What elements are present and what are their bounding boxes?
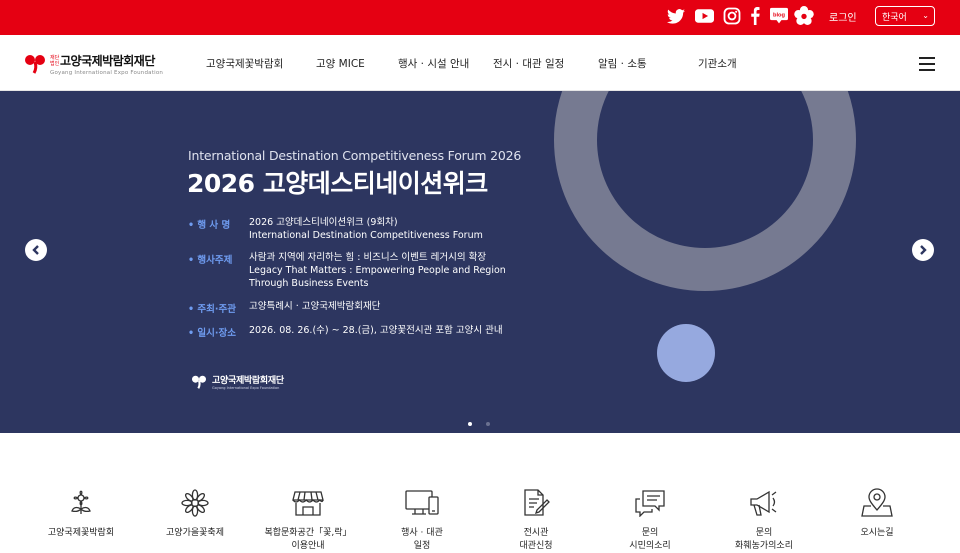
info-value-host: 고양특례시 · 고양국제박람회재단 xyxy=(249,300,380,313)
instagram-icon[interactable] xyxy=(722,5,742,27)
logo-name: 고양국제박람회재단 xyxy=(60,54,155,68)
facebook-icon[interactable] xyxy=(748,5,762,27)
slide-pager-dot-2[interactable] xyxy=(486,422,490,426)
hero-logo-name: 고양국제박람회재단 xyxy=(212,376,284,386)
quick-item-label: 전시관 대관신청 xyxy=(476,527,596,553)
quick-item-venue-rental[interactable]: 전시관 대관신청 xyxy=(476,488,596,553)
megaphone-icon xyxy=(747,488,781,518)
chevron-right-icon xyxy=(920,245,927,255)
hero-banner: International Destination Competitivenes… xyxy=(0,91,960,433)
info-value-event-name: 2026 고양데스티네이션위크 (9회차) International Dest… xyxy=(249,216,483,242)
youtube-icon[interactable] xyxy=(694,5,714,27)
quick-item-event-schedule[interactable]: 행사 · 대관 일정 xyxy=(362,488,482,553)
quick-item-line: 이용안내 xyxy=(291,541,325,551)
quick-item-label: 문의 화훼농가의소리 xyxy=(704,527,824,553)
next-slide-button[interactable] xyxy=(912,239,934,261)
hero-subtitle: International Destination Competitivenes… xyxy=(188,148,522,163)
chevron-down-icon: ⌄ xyxy=(922,11,929,20)
logo-text: 재단법인 고양국제박람회재단 Goyang International Expo… xyxy=(50,52,163,76)
quick-item-label: 오시는길 xyxy=(860,528,894,538)
quick-item-line: 화훼농가의소리 xyxy=(735,541,793,551)
info-label-host: • 주최·주관 xyxy=(188,304,236,315)
info-line: Through Business Events xyxy=(249,278,369,289)
nav-item-facilities[interactable]: 행사 · 시설 안내 xyxy=(398,56,469,71)
nav-item-schedule[interactable]: 전시 · 대관 일정 xyxy=(493,56,564,71)
quick-menu: 고양국제꽃박람회 고양가을꽃축제 복합문화공간「꽃,락」 이용안내 행사 · 대… xyxy=(0,433,960,552)
hero-title: 2026 고양데스티네이션위크 xyxy=(187,169,488,198)
info-value-theme: 사람과 지역에 자리하는 힘 : 비즈니스 이벤트 레거시의 확장 Legacy… xyxy=(249,251,506,290)
hero-foundation-logo: 고양국제박람회재단 Goyang International Expo Foun… xyxy=(190,373,284,390)
top-utility-bar: blog 로그인 한국어 ⌄ xyxy=(0,0,960,35)
quick-item-line: 일정 xyxy=(413,541,431,551)
info-line: Legacy That Matters : Empowering People … xyxy=(249,265,506,276)
blog-icon[interactable]: blog xyxy=(768,5,790,27)
language-select[interactable]: 한국어 ⌄ xyxy=(875,6,935,26)
site-logo[interactable]: 재단법인 고양국제박람회재단 Goyang International Expo… xyxy=(23,52,163,76)
info-line: 사람과 지역에 자리하는 힘 : 비즈니스 이벤트 레거시의 확장 xyxy=(249,252,487,263)
quick-item-line: 문의 xyxy=(755,528,773,538)
quick-item-autumn-festival[interactable]: 고양가을꽃축제 xyxy=(135,488,255,540)
location-pin-icon xyxy=(860,488,894,518)
language-selected-value: 한국어 xyxy=(882,12,907,23)
info-value-date-place: 2026. 08. 26.(수) ~ 28.(금), 고양꽃전시관 포함 고양시… xyxy=(249,324,503,337)
hero-logo-subtitle: Goyang International Expo Foundation xyxy=(212,386,280,390)
info-line: 고양특례시 · 고양국제박람회재단 xyxy=(249,301,381,312)
nav-item-about[interactable]: 기관소개 xyxy=(698,56,737,71)
quick-item-flower-expo[interactable]: 고양국제꽃박람회 xyxy=(21,488,141,540)
logo-subtitle: Goyang International Expo Foundation xyxy=(50,70,164,76)
blog-icon-label: blog xyxy=(773,12,786,18)
decorative-circle xyxy=(657,324,715,382)
login-link[interactable]: 로그인 xyxy=(829,9,857,24)
quick-item-farmer-voice[interactable]: 문의 화훼농가의소리 xyxy=(704,488,824,553)
decorative-ring xyxy=(554,91,856,291)
chat-icon xyxy=(633,488,667,518)
quick-item-label: 문의 시민의소리 xyxy=(590,527,710,553)
info-line: 2026. 08. 26.(수) ~ 28.(금), 고양꽃전시관 포함 고양시… xyxy=(249,325,503,336)
quick-item-citizen-voice[interactable]: 문의 시민의소리 xyxy=(590,488,710,553)
quick-item-line: 시민의소리 xyxy=(629,541,671,551)
quick-item-line: 대관신청 xyxy=(519,541,553,551)
info-label-event-name: • 행 사 명 xyxy=(188,220,231,231)
quick-item-line: 복합문화공간「꽃,락」 xyxy=(264,528,352,538)
autumn-flower-icon xyxy=(178,488,212,518)
quick-item-label: 복합문화공간「꽃,락」 이용안내 xyxy=(248,527,368,553)
quick-item-directions[interactable]: 오시는길 xyxy=(817,488,937,540)
logo-flower-icon xyxy=(192,375,206,389)
info-line: International Destination Competitivenes… xyxy=(249,230,483,241)
logo-flower-icon xyxy=(25,55,45,74)
flower-icon xyxy=(64,488,98,518)
nav-item-mice[interactable]: 고양 MICE xyxy=(316,56,365,71)
quick-item-line: 전시관 xyxy=(523,528,549,538)
nav-item-notice[interactable]: 알림 · 소통 xyxy=(598,56,647,71)
slide-pager-dot-1[interactable] xyxy=(468,422,472,426)
twitter-icon[interactable] xyxy=(666,5,686,27)
quick-item-label: 고양국제꽃박람회 xyxy=(47,528,115,538)
store-icon xyxy=(291,488,325,518)
main-header: 재단법인 고양국제박람회재단 Goyang International Expo… xyxy=(0,35,960,91)
monitor-icon xyxy=(405,488,439,518)
document-edit-icon xyxy=(519,488,553,518)
flower-sns-icon[interactable] xyxy=(793,5,815,27)
prev-slide-button[interactable] xyxy=(25,239,47,261)
quick-item-line: 행사 · 대관 xyxy=(401,528,443,538)
hamburger-menu-icon[interactable] xyxy=(919,57,935,71)
quick-item-cultural-space[interactable]: 복합문화공간「꽃,락」 이용안내 xyxy=(248,488,368,553)
info-label-date-place: • 일시·장소 xyxy=(188,328,236,339)
quick-item-line: 문의 xyxy=(641,528,659,538)
quick-item-label: 행사 · 대관 일정 xyxy=(362,527,482,553)
chevron-left-icon xyxy=(32,245,39,255)
info-line: 2026 고양데스티네이션위크 (9회차) xyxy=(249,217,398,228)
nav-item-flower-expo[interactable]: 고양국제꽃박람회 xyxy=(206,56,283,71)
logo-small-text: 재단법인 xyxy=(50,54,60,67)
quick-item-label: 고양가을꽃축제 xyxy=(166,528,224,538)
info-label-theme: • 행사주제 xyxy=(188,255,233,266)
